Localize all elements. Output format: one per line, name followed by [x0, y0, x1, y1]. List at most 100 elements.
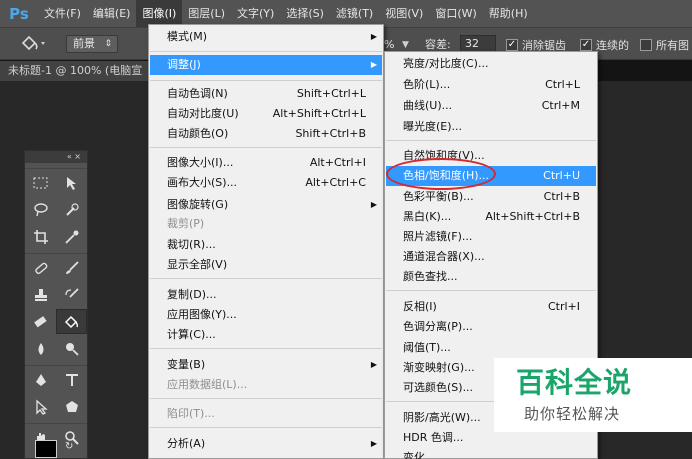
menu-item-label: 颜色查找... [403, 270, 458, 283]
fill-source-select[interactable]: 前景 ⇕ [66, 35, 118, 53]
menu-item-color-balance[interactable]: 色彩平衡(B)... Ctrl+B [386, 187, 596, 207]
menu-image[interactable]: 图像(I) [136, 0, 183, 27]
eraser-tool-icon[interactable] [25, 309, 56, 334]
menu-item-variables[interactable]: 变量(B) ▶ [150, 355, 382, 375]
menu-filter[interactable]: 滤镜(T) [330, 0, 379, 27]
lasso-tool-icon[interactable] [25, 197, 56, 222]
swap-colors-icon[interactable]: ↻ [65, 441, 73, 452]
menu-item-adjustments[interactable]: 调整(J) ▶ [150, 55, 382, 75]
menu-item-shortcut: Ctrl+B [543, 190, 580, 203]
type-tool-icon[interactable] [56, 367, 87, 392]
menu-item-apply-image[interactable]: 应用图像(Y)... [150, 305, 382, 325]
chevron-updown-icon: ⇕ [104, 39, 112, 49]
menu-item-label: HDR 色调... [403, 431, 464, 444]
menu-item-label: 画布大小(S)... [167, 176, 238, 189]
menu-select[interactable]: 选择(S) [280, 0, 330, 27]
menu-item-black-white[interactable]: 黑白(K)... Alt+Shift+Ctrl+B [386, 207, 596, 227]
menu-item-threshold[interactable]: 阈值(T)... [386, 338, 596, 358]
menu-item-exposure[interactable]: 曝光度(E)... [386, 117, 596, 137]
shape-tool-icon[interactable] [56, 394, 87, 419]
foreground-color-swatch[interactable] [35, 440, 57, 458]
menu-item-invert[interactable]: 反相(I) Ctrl+I [386, 297, 596, 317]
menu-item-label: 应用数据组(L)... [167, 378, 248, 391]
marquee-tool-icon[interactable] [25, 170, 56, 195]
menu-item-label: 调整(J) [167, 58, 201, 71]
clone-stamp-tool-icon[interactable] [25, 282, 56, 307]
menu-edit[interactable]: 编辑(E) [87, 0, 137, 27]
menu-window[interactable]: 窗口(W) [429, 0, 482, 27]
menu-item-variations[interactable]: 变化... [386, 448, 596, 459]
menu-item-calculations[interactable]: 计算(C)... [150, 325, 382, 345]
menu-type[interactable]: 文字(Y) [231, 0, 280, 27]
paint-bucket-tool-icon[interactable] [18, 34, 48, 54]
menu-item-label: 黑白(K)... [403, 210, 452, 223]
eyedropper-tool-icon[interactable] [56, 224, 87, 249]
menu-item-label: 自动对比度(U) [167, 107, 239, 120]
menu-item-shortcut: Shift+Ctrl+B [295, 127, 366, 140]
highlight-annotation-ellipse [386, 158, 496, 190]
menu-item-auto-color[interactable]: 自动颜色(O) Shift+Ctrl+B [150, 124, 382, 144]
menu-item-label: 陷印(T)... [167, 407, 215, 420]
quick-selection-tool-icon[interactable] [56, 197, 87, 222]
menubar: Ps 文件(F) 编辑(E) 图像(I) 图层(L) 文字(Y) 选择(S) 滤… [0, 0, 692, 27]
menu-file[interactable]: 文件(F) [38, 0, 87, 27]
antialias-checkbox[interactable]: ✓ [506, 39, 518, 51]
menu-item-shortcut: Alt+Shift+Ctrl+B [485, 210, 580, 223]
menu-item-brightness-contrast[interactable]: 亮度/对比度(C)... [386, 54, 596, 74]
menu-item-analysis[interactable]: 分析(A) ▶ [150, 434, 382, 454]
menu-item-levels[interactable]: 色阶(L)... Ctrl+L [386, 75, 596, 95]
healing-brush-tool-icon[interactable] [25, 255, 56, 280]
paint-bucket-tool-selected-icon[interactable] [55, 309, 87, 334]
menu-item-trap: 陷印(T)... [150, 404, 382, 424]
menu-item-crop: 裁剪(P) [150, 214, 382, 234]
menu-item-posterize[interactable]: 色调分离(P)... [386, 317, 596, 337]
menu-item-reveal-all[interactable]: 显示全部(V) [150, 255, 382, 275]
menu-item-label: 自动色调(N) [167, 87, 228, 100]
photoshop-logo: Ps [9, 4, 29, 23]
menu-item-mode[interactable]: 模式(M) ▶ [150, 27, 382, 47]
menu-item-color-lookup[interactable]: 颜色查找... [386, 267, 596, 287]
menu-layer[interactable]: 图层(L) [182, 0, 231, 27]
menu-item-photo-filter[interactable]: 照片滤镜(F)... [386, 227, 596, 247]
document-tab[interactable]: 未标题-1 @ 100% (电脑宣 [0, 61, 150, 81]
contiguous-checkbox[interactable]: ✓ [580, 39, 592, 51]
watermark: 百科全说 助你轻松解决 [494, 358, 692, 432]
move-tool-icon[interactable] [56, 170, 87, 195]
menu-item-label: 可选颜色(S)... [403, 381, 474, 394]
menu-item-shortcut: Alt+Ctrl+I [309, 156, 366, 169]
menu-item-label: 裁剪(P) [167, 217, 205, 230]
menu-item-auto-contrast[interactable]: 自动对比度(U) Alt+Shift+Ctrl+L [150, 104, 382, 124]
blur-tool-icon[interactable] [25, 336, 56, 361]
menu-help[interactable]: 帮助(H) [483, 0, 534, 27]
history-brush-tool-icon[interactable] [56, 282, 87, 307]
watermark-title: 百科全说 [516, 366, 633, 399]
path-selection-tool-icon[interactable] [25, 394, 56, 419]
menu-item-shortcut: Shift+Ctrl+L [296, 87, 366, 100]
tools-panel-header[interactable]: « × [25, 151, 87, 163]
menu-item-duplicate[interactable]: 复制(D)... [150, 285, 382, 305]
menu-item-label: 裁切(R)... [167, 238, 216, 251]
menu-item-canvas-size[interactable]: 画布大小(S)... Alt+Ctrl+C [150, 173, 382, 193]
menu-view[interactable]: 视图(V) [379, 0, 429, 27]
dodge-tool-icon[interactable] [56, 336, 87, 361]
brush-tool-icon[interactable] [56, 255, 87, 280]
menu-item-curves[interactable]: 曲线(U)... Ctrl+M [386, 96, 596, 116]
menu-item-label: 色彩平衡(B)... [403, 190, 474, 203]
menu-item-image-size[interactable]: 图像大小(I)... Alt+Ctrl+I [150, 153, 382, 173]
menu-item-label: 显示全部(V) [167, 258, 228, 271]
all-layers-option[interactable]: 所有图 [640, 36, 689, 54]
menu-item-auto-tone[interactable]: 自动色调(N) Shift+Ctrl+L [150, 84, 382, 104]
menu-item-label: 渐变映射(G)... [403, 361, 475, 374]
pen-tool-icon[interactable] [25, 367, 56, 392]
menu-item-image-rotation[interactable]: 图像旋转(G) ▶ [150, 195, 382, 215]
menu-item-shortcut: Ctrl+M [541, 99, 580, 112]
crop-tool-icon[interactable] [25, 224, 56, 249]
menu-item-label: 计算(C)... [167, 328, 216, 341]
submenu-arrow-icon: ▶ [370, 439, 377, 448]
all-layers-checkbox[interactable] [640, 39, 652, 51]
menu-item-channel-mixer[interactable]: 通道混合器(X)... [386, 247, 596, 267]
menu-item-label: 曲线(U)... [403, 99, 453, 112]
menu-item-trim[interactable]: 裁切(R)... [150, 235, 382, 255]
menu-item-label: 阈值(T)... [403, 341, 451, 354]
menu-item-label: 变量(B) [167, 358, 206, 371]
